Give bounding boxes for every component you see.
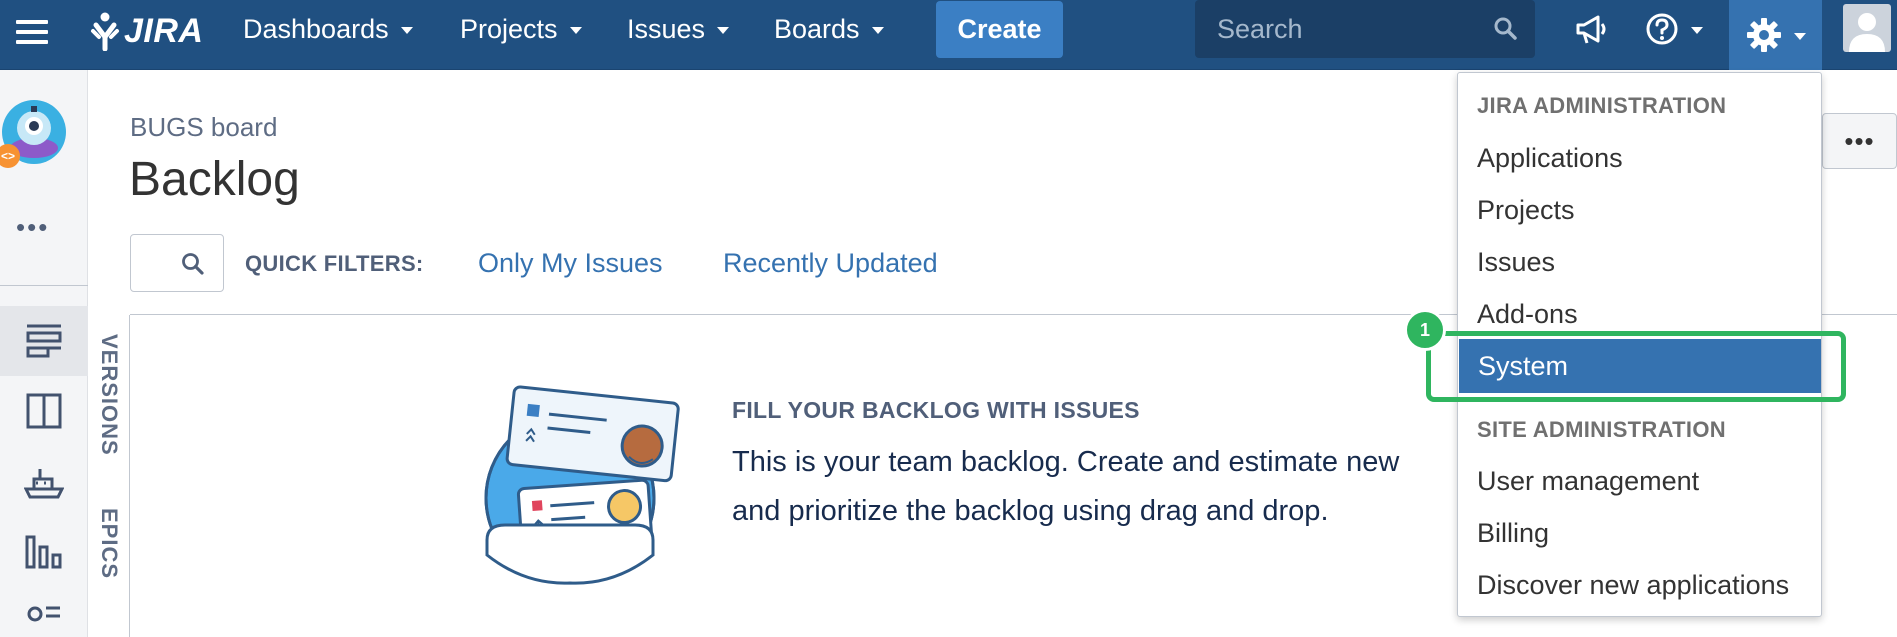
menu-item-issues[interactable]: Issues (1458, 237, 1821, 287)
menu-icon[interactable] (16, 14, 50, 54)
menu-item-system[interactable]: System (1459, 339, 1821, 393)
search-box (1195, 0, 1535, 58)
tab-versions[interactable]: VERSIONS (96, 334, 122, 456)
user-avatar[interactable] (1843, 4, 1891, 52)
empty-state-text-line1: This is your team backlog. Create and es… (732, 446, 1400, 478)
menu-item-applications[interactable]: Applications (1458, 133, 1821, 183)
megaphone-icon[interactable] (1574, 0, 1610, 58)
gear-icon (1746, 18, 1781, 52)
create-button[interactable]: Create (936, 1, 1063, 58)
sidebar-more-button[interactable]: ••• (16, 212, 49, 243)
empty-backlog-illustration (465, 380, 705, 585)
backlog-search-input[interactable] (130, 234, 224, 292)
jira-administration-heading: JIRA ADMINISTRATION (1477, 93, 1727, 118)
nav-menu-dashboards[interactable]: Dashboards (243, 0, 413, 58)
backlog-icon (26, 324, 62, 358)
nav-menu-label: Issues (627, 13, 706, 44)
menu-item-projects[interactable]: Projects (1458, 185, 1821, 235)
reports-icon (25, 535, 62, 569)
sidebar-divider (0, 285, 88, 286)
more-actions-button[interactable]: ••• (1822, 113, 1897, 169)
search-icon (181, 252, 205, 281)
help-menu[interactable] (1645, 0, 1703, 58)
search-input[interactable] (1215, 12, 1475, 46)
admin-gear-button[interactable] (1729, 0, 1822, 70)
nav-menu-label: Boards (774, 13, 860, 44)
help-icon (1646, 13, 1678, 45)
tab-epics[interactable]: EPICS (96, 508, 122, 579)
components-icon (27, 606, 60, 622)
sidebar-item-components[interactable] (0, 586, 88, 637)
nav-menu-label: Projects (460, 13, 558, 44)
page-title: Backlog (129, 153, 300, 206)
menu-item-discover-new-applications[interactable]: Discover new applications (1458, 560, 1821, 610)
nav-menu-label: Dashboards (243, 13, 389, 44)
jira-logo[interactable]: JIRA (90, 6, 203, 56)
chevron-down-icon (717, 27, 730, 34)
quick-filter-only-my-issues[interactable]: Only My Issues (478, 248, 663, 279)
empty-state-text-line2: and prioritize the backlog using drag an… (732, 495, 1329, 527)
site-administration-heading: SITE ADMINISTRATION (1477, 417, 1726, 442)
callout-step-number: 1 (1404, 309, 1446, 351)
board-name[interactable]: BUGS board (130, 112, 277, 143)
nav-menu-boards[interactable]: Boards (774, 0, 884, 58)
menu-item-user-management[interactable]: User management (1458, 456, 1821, 506)
sidebar-item-reports[interactable] (0, 516, 88, 586)
quick-filters-label: QUICK FILTERS: (245, 251, 424, 276)
chevron-down-icon (1793, 33, 1806, 40)
quick-filter-recently-updated[interactable]: Recently Updated (723, 248, 938, 279)
logo-text: JIRA (124, 11, 204, 50)
active-sprints-icon (26, 393, 62, 429)
chevron-down-icon (1691, 27, 1703, 34)
sidebar-item-active-sprints[interactable] (0, 376, 88, 446)
nav-menu-issues[interactable]: Issues (627, 0, 730, 58)
top-navigation-bar: JIRA Dashboards Projects Issues Boards C… (0, 0, 1897, 70)
releases-icon (24, 469, 64, 499)
project-sidebar: <> ••• (0, 70, 88, 637)
nav-menu-projects[interactable]: Projects (460, 0, 582, 58)
menu-item-billing[interactable]: Billing (1458, 508, 1821, 558)
chevron-down-icon (569, 27, 582, 34)
chevron-down-icon (871, 27, 884, 34)
menu-item-add-ons[interactable]: Add-ons (1458, 289, 1821, 339)
sidebar-item-releases[interactable] (0, 446, 88, 516)
jira-logo-icon (91, 12, 119, 51)
project-type-badge: <> (0, 144, 20, 168)
admin-dropdown-menu: JIRA ADMINISTRATION Applications Project… (1457, 72, 1822, 617)
sidebar-item-backlog[interactable] (0, 306, 88, 376)
empty-state-heading: FILL YOUR BACKLOG WITH ISSUES (732, 397, 1140, 423)
chevron-down-icon (400, 27, 413, 34)
search-icon[interactable] (1493, 14, 1519, 49)
